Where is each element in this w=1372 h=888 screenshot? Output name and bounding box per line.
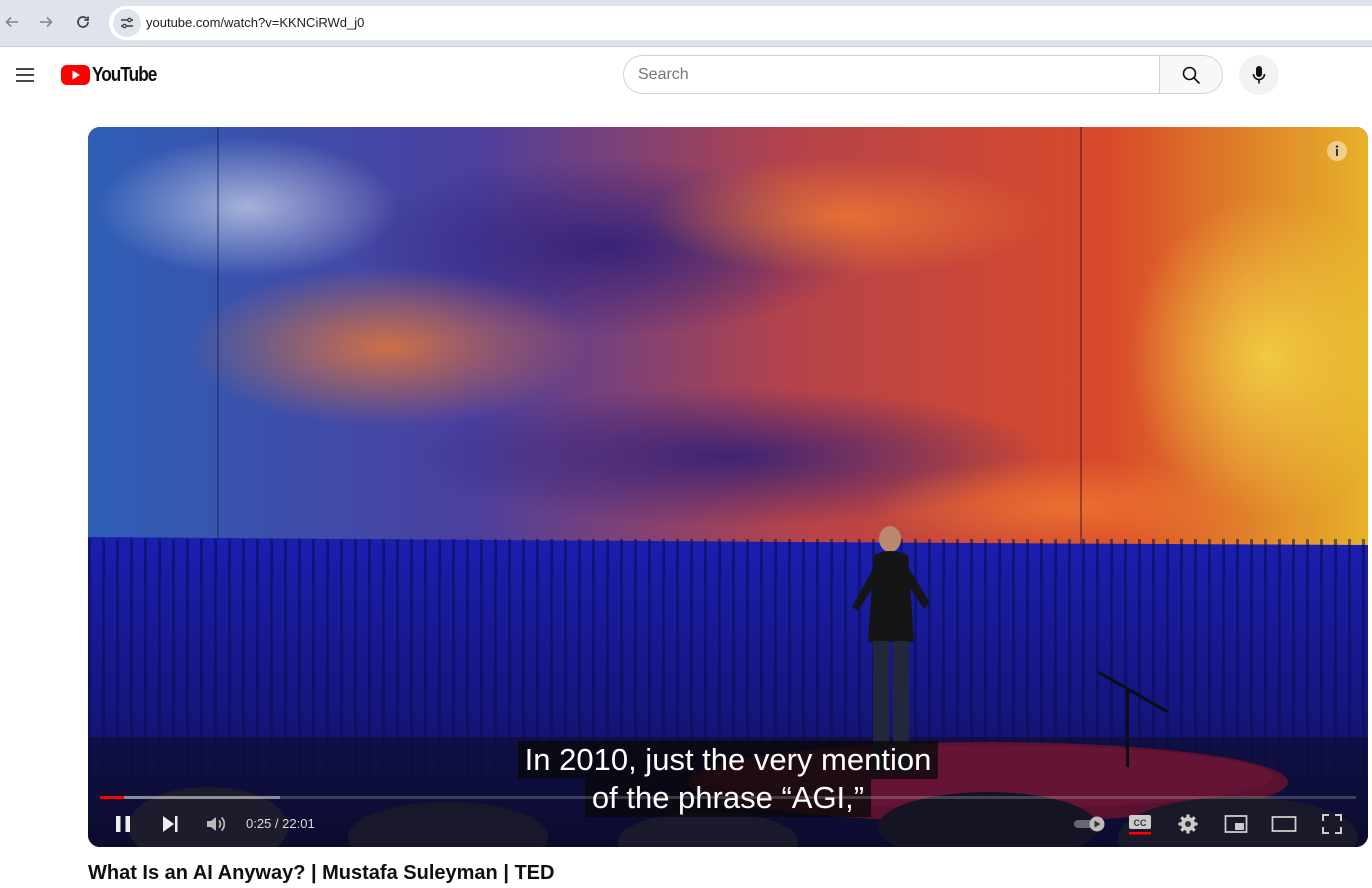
info-card-button[interactable] bbox=[1326, 140, 1348, 162]
youtube-header: YouTube bbox=[0, 47, 1372, 103]
youtube-logo[interactable]: YouTube bbox=[61, 64, 167, 86]
gear-icon bbox=[1178, 814, 1198, 834]
search-button[interactable] bbox=[1159, 55, 1223, 94]
fullscreen-icon bbox=[1322, 814, 1342, 834]
fullscreen-button[interactable] bbox=[1316, 808, 1348, 840]
progress-played bbox=[100, 796, 124, 799]
theater-mode-icon bbox=[1271, 816, 1297, 832]
pause-icon bbox=[116, 816, 130, 832]
next-button[interactable] bbox=[154, 808, 186, 840]
site-info-button[interactable] bbox=[113, 9, 141, 37]
back-button[interactable] bbox=[0, 10, 24, 34]
hamburger-menu-icon bbox=[16, 68, 34, 82]
microphone-icon bbox=[1252, 66, 1266, 84]
autoplay-toggle[interactable] bbox=[1073, 808, 1109, 840]
video-frame-image bbox=[88, 127, 1368, 847]
player-controls: 0:25 / 22:01 CC bbox=[88, 802, 1368, 846]
search-icon bbox=[1182, 66, 1201, 84]
volume-icon bbox=[207, 816, 226, 832]
miniplayer-button[interactable] bbox=[1220, 808, 1252, 840]
youtube-play-logo-icon bbox=[61, 65, 90, 85]
closed-captions-icon: CC bbox=[1129, 815, 1151, 835]
guide-menu-button[interactable] bbox=[13, 63, 37, 87]
reload-icon bbox=[77, 16, 89, 28]
settings-button[interactable] bbox=[1172, 808, 1204, 840]
svg-text:CC: CC bbox=[1134, 818, 1147, 828]
url-text[interactable]: youtube.com/watch?v=KKNCiRWd_j0 bbox=[146, 15, 364, 30]
progress-bar[interactable] bbox=[100, 796, 1356, 799]
video-title: What Is an AI Anyway? | Mustafa Suleyman… bbox=[88, 862, 555, 884]
tune-icon bbox=[121, 17, 133, 29]
browser-toolbar: youtube.com/watch?v=KKNCiRWd_j0 bbox=[0, 0, 1372, 47]
mute-button[interactable] bbox=[200, 808, 232, 840]
logo-text: YouTube bbox=[92, 63, 157, 86]
autoplay-toggle-icon bbox=[1074, 816, 1105, 832]
miniplayer-icon bbox=[1224, 815, 1248, 833]
search-box[interactable] bbox=[623, 55, 1160, 94]
progress-buffered bbox=[100, 796, 280, 799]
search-input[interactable] bbox=[638, 56, 1138, 93]
theater-mode-button[interactable] bbox=[1268, 808, 1300, 840]
reload-button[interactable] bbox=[71, 10, 95, 34]
pause-button[interactable] bbox=[107, 808, 139, 840]
subtitles-button[interactable]: CC bbox=[1124, 808, 1156, 840]
caption-line-1: In 2010, just the very mention bbox=[517, 741, 939, 779]
time-display: 0:25 / 22:01 bbox=[246, 816, 315, 831]
info-icon bbox=[1327, 141, 1347, 161]
forward-arrow-icon bbox=[40, 16, 53, 28]
skip-next-icon bbox=[163, 816, 178, 832]
forward-button[interactable] bbox=[34, 10, 58, 34]
address-bar[interactable]: youtube.com/watch?v=KKNCiRWd_j0 bbox=[109, 6, 1372, 40]
video-player[interactable]: In 2010, just the very mention of the ph… bbox=[88, 127, 1368, 847]
voice-search-button[interactable] bbox=[1239, 55, 1279, 95]
back-arrow-icon bbox=[5, 16, 18, 28]
